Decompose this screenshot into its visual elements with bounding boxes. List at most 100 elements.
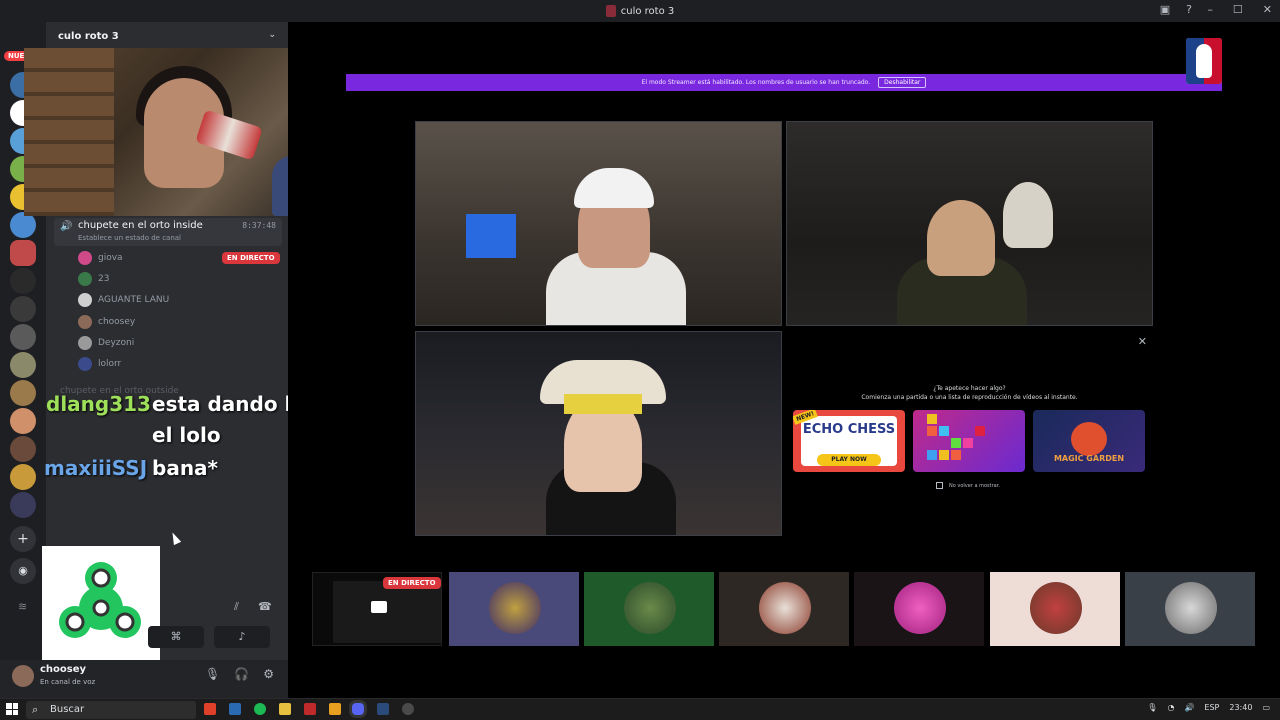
cap — [574, 168, 654, 208]
username[interactable]: choosey — [40, 664, 86, 675]
participant-thumb[interactable] — [449, 572, 579, 646]
server-icon[interactable] — [10, 352, 36, 378]
window-title-text: culo roto 3 — [620, 5, 675, 17]
close-icon[interactable]: ✕ — [1138, 335, 1147, 348]
avatar — [1165, 582, 1217, 634]
voice-channel-name: chupete en el orto inside — [78, 220, 203, 231]
avatar — [78, 315, 92, 329]
play-now-button[interactable]: PLAY NOW — [817, 454, 881, 466]
headphones-icon[interactable]: 🎧 — [234, 667, 249, 681]
discord-icon[interactable] — [352, 703, 364, 715]
app-icon[interactable] — [402, 703, 414, 715]
server-icon[interactable] — [10, 380, 36, 406]
activity-subtitle: Comienza una partida o una lista de repr… — [861, 394, 1078, 401]
avatar — [78, 357, 92, 371]
streamer-mode-banner: El modo Streamer está habilitado. Los no… — [346, 74, 1222, 91]
inbox-icon[interactable]: ▣ — [1160, 3, 1170, 16]
server-icon[interactable] — [10, 268, 36, 294]
microphone-icon[interactable]: 🎙 — [205, 667, 220, 681]
windows-taskbar: ⌕ Buscar 🎙 ◔ 🔊 ESP 23:40 ▭ — [0, 698, 1280, 720]
file-explorer-icon[interactable] — [279, 703, 291, 715]
voice-channel-item[interactable]: 🔊 chupete en el orto inside 8:37:48 Esta… — [54, 218, 282, 246]
volume-icon[interactable]: 🔊 — [1184, 703, 1194, 712]
beanie — [564, 394, 642, 414]
member-name: 23 — [98, 274, 110, 284]
avatar — [78, 251, 92, 265]
participant-thumb[interactable] — [584, 572, 714, 646]
server-icon[interactable] — [10, 324, 36, 350]
system-tray: 🎙 ◔ 🔊 ESP 23:40 ▭ — [1147, 703, 1270, 712]
search-icon: ⌕ — [32, 703, 39, 716]
windows-start-icon[interactable] — [6, 703, 18, 715]
clock[interactable]: 23:40 — [1229, 703, 1252, 712]
speaker-icon: 🔊 — [60, 221, 73, 232]
voice-member[interactable]: 23 — [78, 271, 109, 287]
server-icon[interactable] — [10, 296, 36, 322]
settings-gear-icon[interactable]: ⚙ — [263, 667, 274, 681]
participant-thumb[interactable] — [719, 572, 849, 646]
user-status: En canal de voz — [40, 678, 96, 686]
server-icon[interactable] — [10, 464, 36, 490]
steam-icon[interactable] — [377, 703, 389, 715]
microphone-icon[interactable]: 🎙 — [1147, 703, 1157, 712]
video-tile[interactable] — [415, 121, 782, 326]
video-tile[interactable] — [415, 331, 782, 536]
streamer-webcam-overlay — [24, 48, 322, 216]
language-indicator[interactable]: ESP — [1204, 703, 1219, 712]
server-icon[interactable] — [10, 492, 36, 518]
disconnect-icon[interactable]: ☎ — [258, 600, 272, 613]
server-icon[interactable] — [10, 436, 36, 462]
soundboard-button[interactable]: ♪ — [214, 626, 270, 648]
member-name: AGUANTE LANU — [98, 295, 170, 305]
taskbar-search[interactable]: ⌕ Buscar — [26, 701, 196, 719]
game-card-echo-chess[interactable]: ECHO CHESS PLAY NOW NEW! — [793, 410, 905, 472]
minimize-button[interactable]: – — [1207, 3, 1213, 16]
notification-icon[interactable]: ▭ — [1262, 703, 1270, 712]
network-icon[interactable]: ◔ — [1167, 703, 1174, 712]
chat-username: maxiiiSSJ — [44, 456, 148, 480]
channel-status-prompt[interactable]: Establece un estado de canal — [78, 234, 181, 242]
chat-username: dlang313 — [46, 392, 151, 416]
avatar — [78, 293, 92, 307]
live-badge: EN DIRECTO — [222, 252, 280, 264]
add-server-icon[interactable]: + — [10, 526, 36, 552]
discord-tab-icon — [605, 5, 616, 17]
window-title: culo roto 3 — [605, 5, 675, 17]
monitor-icon — [371, 601, 387, 613]
dont-show-again-checkbox[interactable]: No volver a mostrar. — [936, 482, 1000, 489]
server-icon[interactable] — [10, 408, 36, 434]
steam-icon[interactable] — [229, 703, 241, 715]
video-tile[interactable] — [786, 121, 1153, 326]
game-card-magic-garden[interactable]: MAGIC GARDEN — [1033, 410, 1145, 472]
participant-thumb[interactable] — [1125, 572, 1255, 646]
voice-member[interactable]: AGUANTE LANU — [78, 292, 169, 308]
app-icon[interactable] — [304, 703, 316, 715]
participant-thumb[interactable]: EN DIRECTO — [312, 572, 442, 646]
participant-thumb[interactable] — [854, 572, 984, 646]
noise-suppression-icon[interactable]: ⫽ — [234, 600, 239, 614]
maximize-button[interactable]: ☐ — [1233, 3, 1243, 16]
server-icon-active[interactable] — [10, 240, 36, 266]
avatar — [1030, 582, 1082, 634]
dont-show-label: No volver a mostrar. — [949, 482, 1000, 489]
voice-member[interactable]: choosey — [78, 314, 135, 330]
screen-preview — [333, 581, 441, 643]
brave-icon[interactable] — [204, 703, 216, 715]
voice-member[interactable]: Deyzoni — [78, 335, 134, 351]
discover-icon[interactable]: ◉ — [10, 558, 36, 584]
disable-streamer-mode-button[interactable]: Deshabilitar — [878, 77, 927, 88]
participant-thumb[interactable] — [990, 572, 1120, 646]
live-badge: EN DIRECTO — [383, 577, 441, 589]
chevron-down-icon: ⌄ — [268, 30, 276, 40]
game-card-blocks[interactable] — [913, 410, 1025, 472]
activities-button[interactable]: ⌘ — [148, 626, 204, 648]
help-icon[interactable]: ? — [1186, 3, 1192, 16]
nba-logo — [1186, 38, 1222, 84]
apple-icon — [1071, 422, 1107, 456]
spotify-icon[interactable] — [254, 703, 266, 715]
close-window-button[interactable]: ✕ — [1263, 3, 1272, 16]
avatar[interactable] — [12, 665, 34, 687]
app-icon[interactable] — [329, 703, 341, 715]
voice-member[interactable]: lolorr — [78, 356, 121, 372]
voice-member[interactable]: giova — [78, 250, 123, 266]
